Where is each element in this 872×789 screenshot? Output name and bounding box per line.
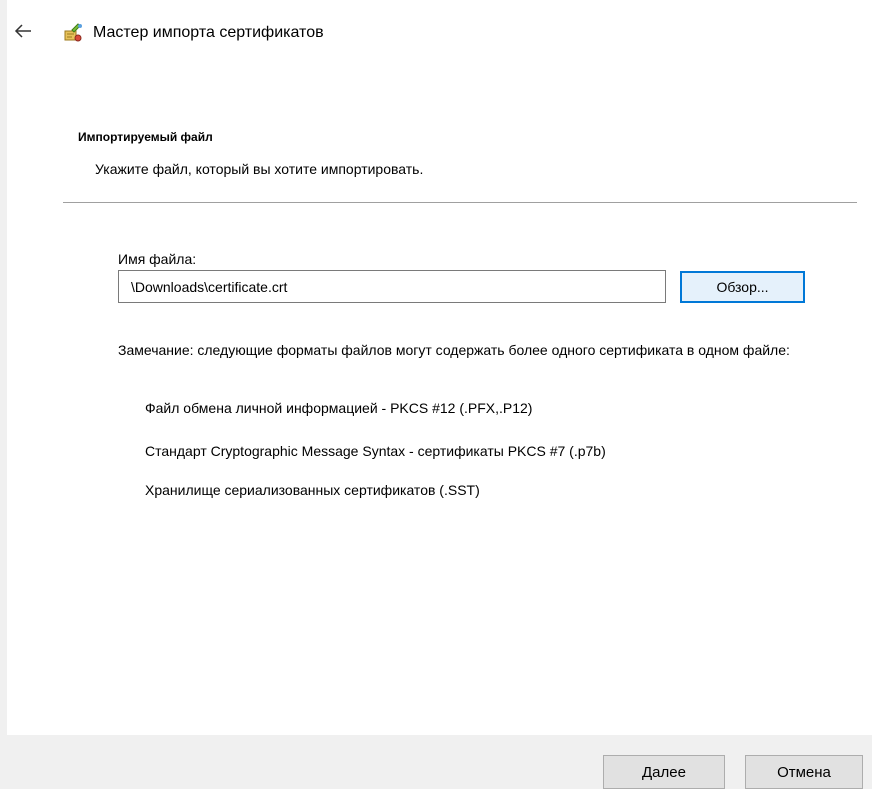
browse-button[interactable]: Обзор...: [680, 271, 805, 303]
section-title: Импортируемый файл: [78, 130, 213, 144]
wizard-header: Мастер импорта сертификатов: [0, 0, 872, 70]
wizard-footer: [7, 735, 872, 789]
window-title: Мастер импорта сертификатов: [93, 24, 324, 41]
arrow-left-icon: [14, 23, 32, 43]
back-button[interactable]: [10, 22, 36, 44]
certificate-wizard-icon: [63, 22, 85, 44]
header-divider: [63, 202, 857, 203]
file-name-input[interactable]: [118, 270, 666, 303]
format-item-p7b: Стандарт Cryptographic Message Syntax - …: [145, 443, 606, 459]
format-item-pfx: Файл обмена личной информацией - PKCS #1…: [145, 400, 533, 416]
formats-note: Замечание: следующие форматы файлов могу…: [118, 342, 790, 358]
format-item-sst: Хранилище сериализованных сертификатов (…: [145, 482, 480, 498]
window-left-edge: [0, 0, 7, 789]
section-subtitle: Укажите файл, который вы хотите импортир…: [95, 161, 424, 177]
file-name-label: Имя файла:: [118, 251, 197, 267]
next-button[interactable]: Далее: [603, 755, 725, 789]
cancel-button[interactable]: Отмена: [745, 755, 863, 789]
